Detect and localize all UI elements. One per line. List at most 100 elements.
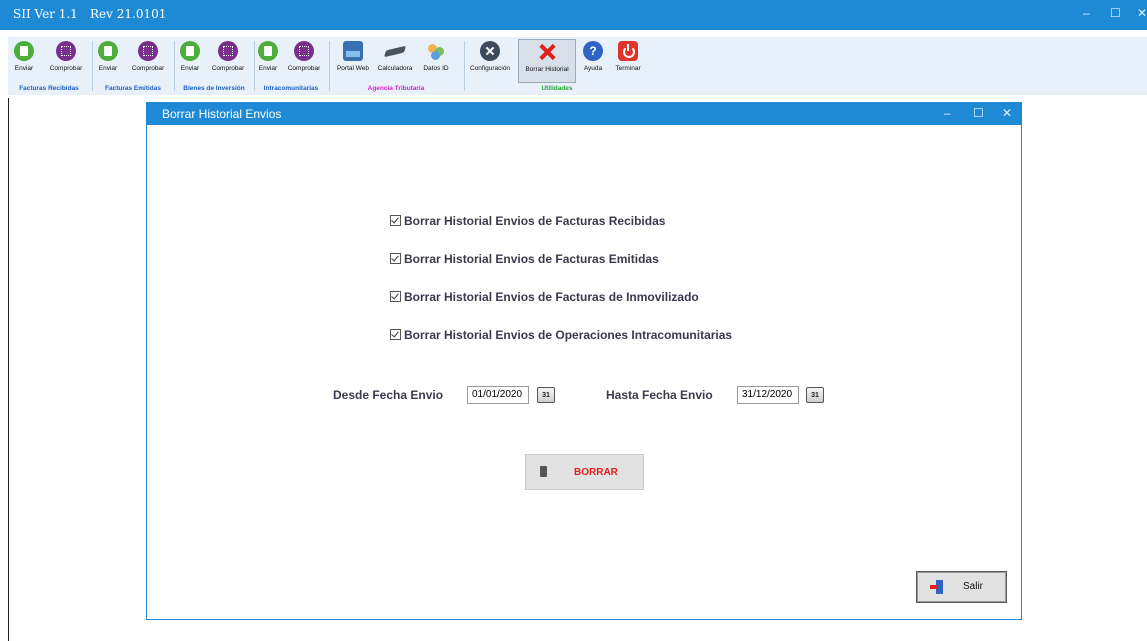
- borrar-button[interactable]: BORRAR: [525, 454, 644, 490]
- option-facturas-emitidas[interactable]: Borrar Historial Envios de Facturas Emit…: [390, 252, 659, 266]
- send-icon: [180, 41, 200, 61]
- hasta-fecha-input[interactable]: 31/12/2020: [737, 386, 799, 404]
- desde-fecha-label: Desde Fecha Envio: [333, 388, 444, 402]
- group-caption: Utilidades: [541, 85, 573, 92]
- hasta-calendar-icon[interactable]: 31: [806, 387, 824, 403]
- tool-label: Configuración: [469, 65, 511, 72]
- tool-comprobar-bienes[interactable]: Comprobar: [206, 41, 250, 72]
- send-icon: [14, 41, 34, 61]
- ribbon-toolbar: Enviar Comprobar Facturas Recibidas Envi…: [8, 37, 1147, 95]
- divider: [92, 41, 93, 91]
- grid-icon: [56, 41, 76, 61]
- tool-label: Enviar: [180, 65, 200, 72]
- divider: [329, 41, 330, 91]
- borrar-historial-dialog: Borrar Historial Envios – ☐ ✕ Borrar His…: [146, 102, 1022, 620]
- desde-fecha-input[interactable]: 01/01/2020: [467, 386, 529, 404]
- power-icon: [618, 41, 638, 61]
- option-facturas-inmovilizado[interactable]: Borrar Historial Envios de Facturas de I…: [390, 290, 699, 304]
- option-label: Borrar Historial Envios de Operaciones I…: [404, 328, 733, 342]
- grid-icon: [218, 41, 238, 61]
- divider: [464, 41, 465, 91]
- tool-label: Enviar: [258, 65, 278, 72]
- app-revision: Rev 21.0101: [90, 7, 167, 21]
- tool-label: Terminar: [615, 65, 641, 72]
- group-caption: Facturas Emitidas: [105, 85, 161, 92]
- tool-borrar-historial[interactable]: Borrar Historial: [518, 39, 576, 83]
- left-border: [8, 98, 9, 641]
- group-caption: Intracomunitarias: [263, 85, 319, 92]
- send-icon: [98, 41, 118, 61]
- tool-label: Calculadora: [377, 65, 413, 72]
- option-label: Borrar Historial Envios de Facturas de I…: [404, 290, 699, 304]
- calculator-icon: [383, 41, 407, 61]
- dialog-minimize-button[interactable]: –: [944, 106, 951, 120]
- tool-label: Enviar: [98, 65, 118, 72]
- window-maximize-button[interactable]: ☐: [1110, 6, 1121, 20]
- delete-x-icon: [537, 42, 557, 62]
- checkbox-checked[interactable]: [390, 291, 401, 302]
- send-icon: [258, 41, 278, 61]
- group-bienes-inversion: Enviar Comprobar Bienes de Inversión: [176, 39, 252, 93]
- divider: [174, 41, 175, 91]
- tool-label: Comprobar: [49, 65, 83, 72]
- app-title-bar: SII Ver 1.1 Rev 21.0101 – ☐ ✕: [0, 0, 1147, 30]
- exit-door-icon: [930, 580, 944, 594]
- settings-icon: [480, 41, 500, 61]
- borrar-label: BORRAR: [574, 467, 618, 478]
- option-label: Borrar Historial Envios de Facturas Emit…: [404, 252, 659, 266]
- tool-comprobar-recibidas[interactable]: Comprobar: [44, 41, 88, 72]
- tool-label: Portal Web: [336, 65, 370, 72]
- tool-enviar-intracomunitarias[interactable]: Enviar: [256, 41, 280, 72]
- tool-label: Borrar Historial: [525, 66, 569, 73]
- divider: [254, 41, 255, 91]
- tool-label: Comprobar: [131, 65, 165, 72]
- window-close-button[interactable]: ✕: [1137, 6, 1147, 20]
- group-intracomunitarias: Enviar Comprobar Intracomunitarias: [256, 39, 326, 93]
- group-caption: Bienes de Inversión: [183, 85, 245, 92]
- tool-comprobar-intracomunitarias[interactable]: Comprobar: [282, 41, 326, 72]
- users-icon: [426, 41, 446, 61]
- tool-label: Enviar: [14, 65, 34, 72]
- group-facturas-emitidas: Enviar Comprobar Facturas Emitidas: [94, 39, 172, 93]
- option-label: Borrar Historial Envios de Facturas Reci…: [404, 214, 666, 228]
- tool-configuracion[interactable]: Configuración: [466, 41, 514, 72]
- group-utilidades: Configuración Borrar Historial ? Ayuda T…: [466, 39, 648, 93]
- tool-enviar-bienes[interactable]: Enviar: [178, 41, 202, 72]
- checkbox-checked[interactable]: [390, 215, 401, 226]
- tool-enviar-recibidas[interactable]: Enviar: [12, 41, 36, 72]
- grid-icon: [138, 41, 158, 61]
- dialog-maximize-button[interactable]: ☐: [973, 106, 984, 120]
- tool-label: Comprobar: [211, 65, 245, 72]
- dialog-close-button[interactable]: ✕: [1002, 106, 1012, 120]
- group-caption: Facturas Recibidas: [19, 85, 79, 92]
- checkbox-checked[interactable]: [390, 329, 401, 340]
- checkbox-checked[interactable]: [390, 253, 401, 264]
- group-caption: Agencia Tributaria: [367, 85, 425, 92]
- hasta-fecha-label: Hasta Fecha Envio: [606, 388, 713, 402]
- tool-portal-web[interactable]: Portal Web: [335, 41, 371, 72]
- tool-ayuda[interactable]: ? Ayuda: [580, 41, 606, 72]
- desde-calendar-icon[interactable]: 31: [537, 387, 555, 403]
- dialog-title-bar: Borrar Historial Envios – ☐ ✕: [147, 103, 1021, 125]
- web-portal-icon: [343, 41, 363, 61]
- group-agencia-tributaria: Portal Web Calculadora Datos ID Agencia …: [331, 39, 461, 93]
- tool-comprobar-emitidas[interactable]: Comprobar: [126, 41, 170, 72]
- tool-enviar-emitidas[interactable]: Enviar: [96, 41, 120, 72]
- tool-label: Datos ID: [423, 65, 449, 72]
- tool-label: Comprobar: [287, 65, 321, 72]
- option-operaciones-intracomunitarias[interactable]: Borrar Historial Envios de Operaciones I…: [390, 328, 732, 342]
- tool-calculadora[interactable]: Calculadora: [375, 41, 415, 72]
- help-icon: ?: [583, 41, 603, 61]
- salir-button[interactable]: Salir: [916, 571, 1007, 603]
- window-minimize-button[interactable]: –: [1083, 6, 1090, 20]
- tool-datos-id[interactable]: Datos ID: [421, 41, 451, 72]
- trash-icon: [540, 466, 547, 477]
- option-facturas-recibidas[interactable]: Borrar Historial Envios de Facturas Reci…: [390, 214, 665, 228]
- dialog-title: Borrar Historial Envios: [162, 107, 282, 121]
- group-facturas-recibidas: Enviar Comprobar Facturas Recibidas: [8, 39, 90, 93]
- tool-terminar[interactable]: Terminar: [612, 41, 644, 72]
- tool-label: Ayuda: [583, 65, 603, 72]
- salir-label: Salir: [963, 581, 984, 592]
- grid-icon: [294, 41, 314, 61]
- app-name: SII Ver 1.1: [13, 7, 78, 21]
